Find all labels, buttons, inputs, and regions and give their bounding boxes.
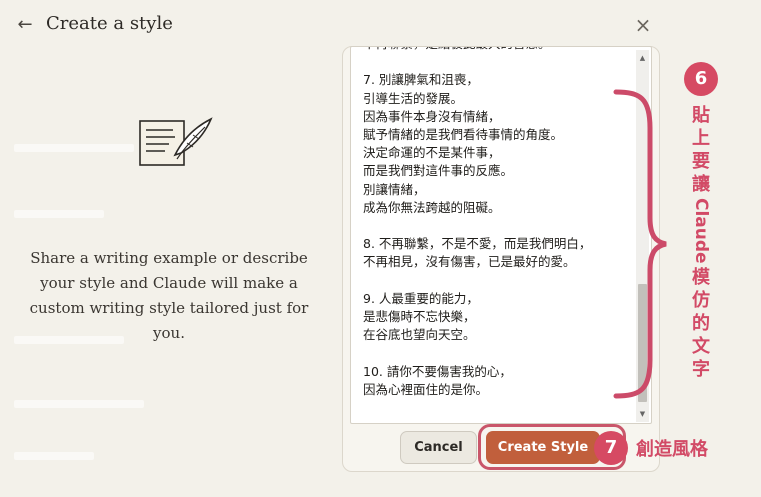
close-icon[interactable]: × bbox=[632, 14, 654, 36]
create-style-button[interactable]: Create Style bbox=[486, 431, 600, 464]
writing-sample-textarea[interactable]: 不再聯繫，是給彼此最大的善意。 7. 別讓脾氣和沮喪， 引導生活的發展。 因為事… bbox=[350, 46, 652, 424]
quill-writing-icon bbox=[139, 117, 213, 166]
step-6-badge: 6 bbox=[684, 62, 718, 96]
cancel-button[interactable]: Cancel bbox=[400, 431, 477, 464]
right-brace-annotation bbox=[613, 89, 667, 399]
dialog-header: ← Create a style × bbox=[0, 0, 761, 52]
scroll-up-icon[interactable]: ▲ bbox=[636, 52, 649, 64]
writing-sample-text[interactable]: 不再聯繫，是給彼此最大的善意。 7. 別讓脾氣和沮喪， 引導生活的發展。 因為事… bbox=[363, 47, 633, 399]
step-7-badge: 7 bbox=[594, 431, 628, 465]
create-style-annotation: 創造風格 bbox=[636, 439, 708, 460]
paste-text-annotation: 貼 上 要 讓 Claude 模 仿 的 文 字 bbox=[691, 105, 711, 380]
dialog-title: Create a style bbox=[46, 13, 173, 34]
scroll-down-icon[interactable]: ▼ bbox=[636, 408, 649, 420]
style-description: Share a writing example or describe your… bbox=[29, 249, 309, 342]
arrow-left-icon[interactable]: ← bbox=[14, 14, 36, 36]
